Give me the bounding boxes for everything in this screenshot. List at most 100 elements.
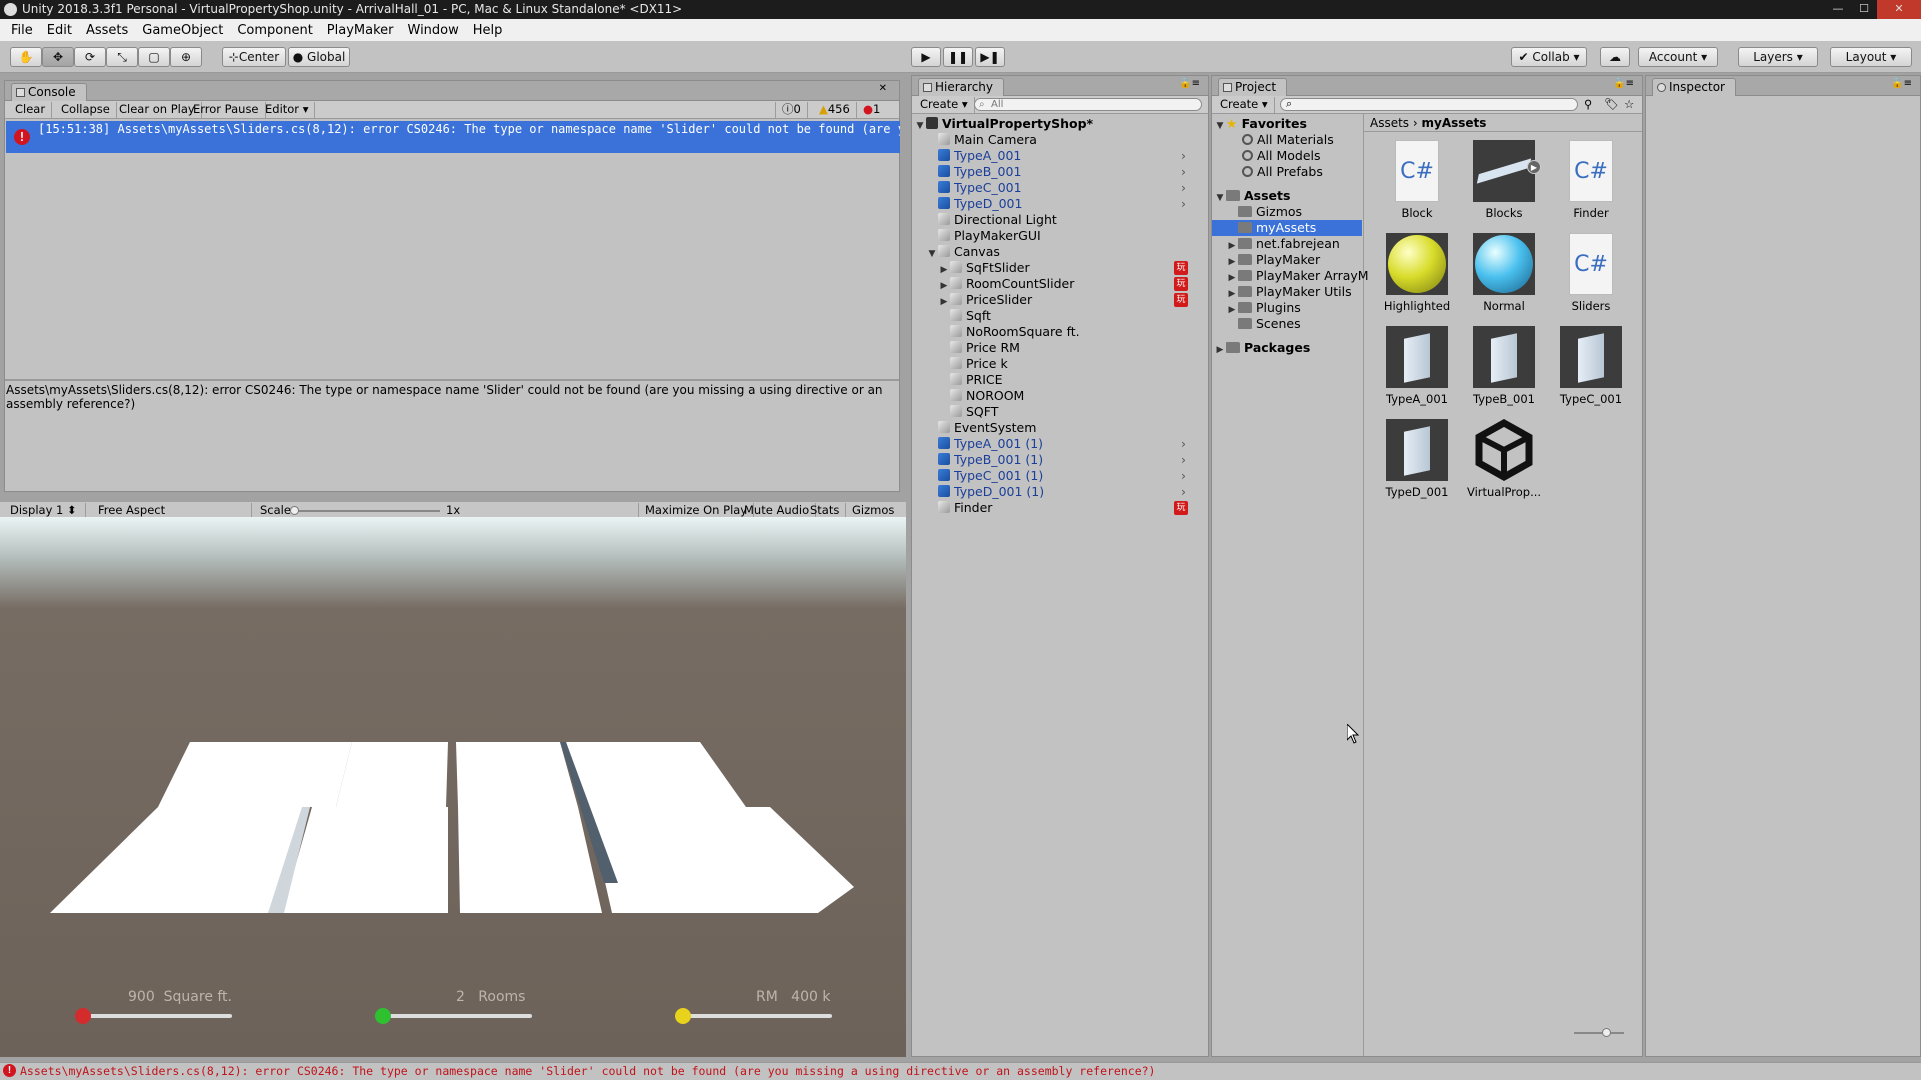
- hierarchy-item[interactable]: TypeD_001 (1) ›: [926, 484, 1192, 500]
- favorites-root[interactable]: ▼ ★ Favorites: [1214, 116, 1307, 132]
- hierarchy-item[interactable]: TypeA_001 (1) ›: [926, 436, 1192, 452]
- cloud-button[interactable]: ☁: [1600, 47, 1630, 67]
- hierarchy-item[interactable]: TypeA_001 ›: [926, 148, 1192, 164]
- hierarchy-item[interactable]: Price RM: [938, 340, 1192, 356]
- asset-item[interactable]: Highlighted: [1378, 233, 1456, 313]
- rotate-tool-icon[interactable]: ⟳: [74, 47, 106, 67]
- project-folder-item[interactable]: ▶ net.fabrejean: [1226, 236, 1340, 252]
- icon-size-slider-knob[interactable]: [1602, 1028, 1611, 1037]
- layers-dropdown[interactable]: Layers ▾: [1738, 47, 1818, 67]
- error-count-toggle[interactable]: ●1: [857, 102, 886, 118]
- menu-component[interactable]: Component: [230, 23, 319, 38]
- packages-root[interactable]: ▶ Packages: [1214, 340, 1311, 358]
- open-prefab-chevron-icon[interactable]: ›: [1181, 452, 1186, 468]
- filter-type-icon[interactable]: ⚲: [1584, 97, 1592, 111]
- hierarchy-item[interactable]: Price k: [938, 356, 1192, 372]
- hierarchy-item[interactable]: NoRoomSquare ft.: [938, 324, 1192, 340]
- asset-item[interactable]: TypeD_001: [1378, 419, 1456, 499]
- close-button[interactable]: ✕: [1877, 0, 1921, 19]
- open-prefab-chevron-icon[interactable]: ›: [1181, 148, 1186, 164]
- menu-edit[interactable]: Edit: [40, 23, 79, 38]
- error-pause-button[interactable]: Error Pause: [187, 102, 266, 118]
- rect-tool-icon[interactable]: ▢: [138, 47, 170, 67]
- hierarchy-item[interactable]: TypeD_001 ›: [926, 196, 1192, 212]
- project-folder-item[interactable]: myAssets: [1212, 220, 1362, 236]
- transform-tool-icon[interactable]: ⊕: [170, 47, 202, 67]
- hierarchy-item[interactable]: SQFT: [938, 404, 1192, 420]
- asset-item[interactable]: TypeC_001: [1552, 326, 1630, 406]
- playmaker-fsm-icon[interactable]: 玩: [1174, 501, 1188, 515]
- clear-button[interactable]: Clear: [9, 102, 53, 118]
- price-slider-knob[interactable]: [675, 1008, 691, 1024]
- project-folder-item[interactable]: ▶ Plugins: [1226, 300, 1301, 316]
- expand-arrow-icon[interactable]: ▼: [926, 246, 938, 262]
- icon-size-slider[interactable]: [1574, 1032, 1624, 1034]
- pause-button[interactable]: ❚❚: [943, 47, 973, 67]
- rooms-slider-track[interactable]: [384, 1014, 532, 1018]
- menu-file[interactable]: File: [4, 23, 40, 38]
- open-prefab-chevron-icon[interactable]: ›: [1181, 436, 1186, 452]
- hierarchy-search-input[interactable]: ⌕ All: [974, 98, 1202, 111]
- hierarchy-item[interactable]: TypeC_001 ›: [926, 180, 1192, 196]
- hierarchy-item[interactable]: Directional Light: [926, 212, 1192, 228]
- hierarchy-item[interactable]: EventSystem: [926, 420, 1192, 436]
- favorite-star-icon[interactable]: ☆: [1624, 97, 1634, 111]
- collab-button[interactable]: ✔ Collab ▾: [1511, 47, 1587, 67]
- hierarchy-item[interactable]: TypeB_001 (1) ›: [926, 452, 1192, 468]
- hand-tool-icon[interactable]: ✋: [10, 47, 42, 67]
- scale-slider[interactable]: [292, 510, 440, 512]
- project-search-input[interactable]: ⌕: [1280, 97, 1578, 111]
- project-folder-item[interactable]: Gizmos: [1226, 204, 1302, 220]
- scale-slider-knob[interactable]: [290, 506, 299, 515]
- project-folder-item[interactable]: ▶ PlayMaker ArrayM: [1226, 268, 1369, 284]
- filter-label-icon[interactable]: 🏷: [1604, 97, 1619, 111]
- menu-gameobject[interactable]: GameObject: [135, 23, 230, 38]
- hierarchy-item[interactable]: TypeB_001 ›: [926, 164, 1192, 180]
- hierarchy-item[interactable]: ▶ RoomCountSlider 玩: [938, 276, 1192, 292]
- open-prefab-chevron-icon[interactable]: ›: [1181, 164, 1186, 180]
- hierarchy-item[interactable]: PlayMakerGUI: [926, 228, 1192, 244]
- panel-close-icon[interactable]: ✕: [879, 83, 887, 94]
- sqft-slider-knob[interactable]: [75, 1008, 91, 1024]
- tab-inspector[interactable]: Inspector: [1652, 78, 1736, 96]
- menu-playmaker[interactable]: PlayMaker: [320, 23, 401, 38]
- panel-menu-icon[interactable]: 🔒≡: [1891, 78, 1912, 89]
- menu-assets[interactable]: Assets: [79, 23, 135, 38]
- asset-item[interactable]: VirtualProp...: [1465, 418, 1543, 499]
- scene-root[interactable]: ▼ VirtualPropertyShop*: [914, 116, 1094, 132]
- favorite-all-prefabs[interactable]: All Prefabs: [1242, 164, 1323, 180]
- hierarchy-create-dropdown[interactable]: Create ▾: [914, 97, 975, 113]
- asset-item[interactable]: TypeA_001: [1378, 326, 1456, 406]
- expand-arrow-icon[interactable]: ▼: [1214, 190, 1226, 206]
- sqft-slider-track[interactable]: [84, 1014, 232, 1018]
- project-folder-item[interactable]: ▶ PlayMaker: [1226, 252, 1321, 268]
- playmaker-fsm-icon[interactable]: 玩: [1174, 261, 1188, 275]
- breadcrumb-myassets[interactable]: myAssets: [1422, 116, 1487, 130]
- expand-arrow-icon[interactable]: ▶: [1214, 342, 1226, 358]
- project-folder-item[interactable]: Scenes: [1226, 316, 1301, 332]
- project-create-dropdown[interactable]: Create ▾: [1214, 97, 1275, 113]
- project-folder-item[interactable]: ▶ PlayMaker Utils: [1226, 284, 1352, 300]
- editor-dropdown[interactable]: Editor ▾: [259, 102, 316, 118]
- game-viewport[interactable]: 900 Square ft. 2 Rooms RM 400 k: [0, 517, 906, 1057]
- warning-count-toggle[interactable]: ▲456: [813, 102, 857, 118]
- open-prefab-chevron-icon[interactable]: ›: [1181, 484, 1186, 500]
- console-detail-text[interactable]: Assets\myAssets\Sliders.cs(8,12): error …: [6, 383, 896, 411]
- console-splitter[interactable]: [5, 379, 899, 381]
- hierarchy-item[interactable]: PRICE: [938, 372, 1192, 388]
- step-button[interactable]: ▶❚: [975, 47, 1005, 67]
- play-button[interactable]: ▶: [911, 47, 941, 67]
- panel-menu-icon[interactable]: 🔒≡: [1179, 78, 1200, 89]
- asset-item[interactable]: ▶ Blocks: [1465, 140, 1543, 220]
- favorite-all-materials[interactable]: All Materials: [1242, 132, 1334, 148]
- hierarchy-item[interactable]: Main Camera: [926, 132, 1192, 148]
- hierarchy-item[interactable]: NOROOM: [938, 388, 1192, 404]
- favorite-all-models[interactable]: All Models: [1242, 148, 1321, 164]
- status-bar[interactable]: ! Assets\myAssets\Sliders.cs(8,12): erro…: [0, 1062, 1921, 1080]
- tab-console[interactable]: Console: [11, 83, 87, 101]
- hierarchy-item[interactable]: Finder 玩: [926, 500, 1192, 516]
- expand-arrow-icon[interactable]: ▼: [1214, 118, 1226, 134]
- space-toggle-button[interactable]: ● Global: [288, 47, 350, 67]
- tab-project[interactable]: Project: [1218, 78, 1288, 96]
- asset-item[interactable]: C# Sliders: [1552, 233, 1630, 313]
